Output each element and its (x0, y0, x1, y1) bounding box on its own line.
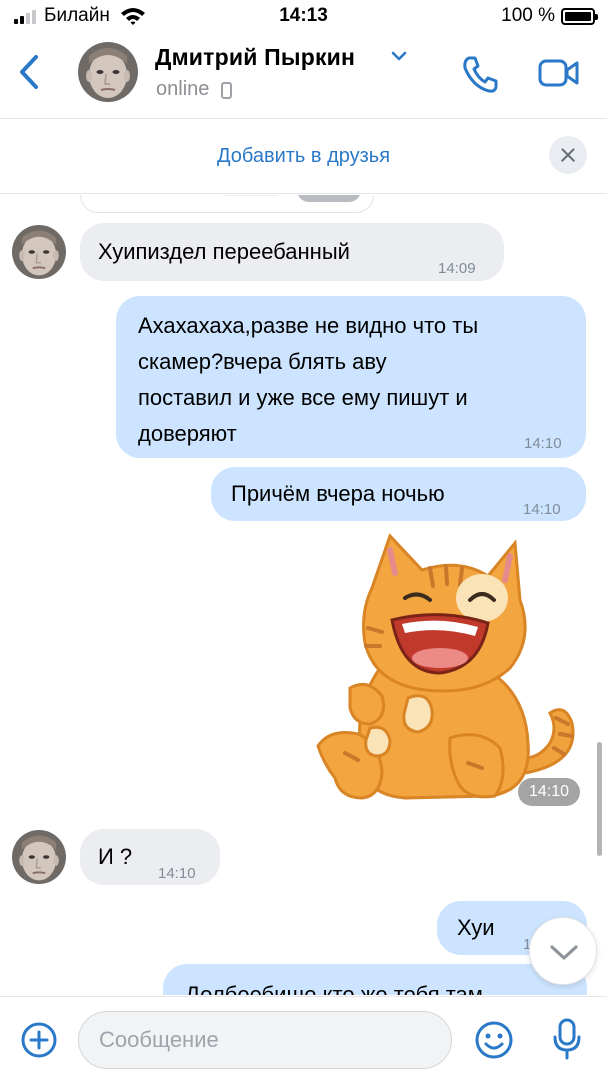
sender-avatar[interactable] (12, 225, 66, 279)
contact-name[interactable]: Дмитрий Пыркин (155, 44, 355, 71)
status-bar: Билайн 14:13 100 % (0, 0, 607, 34)
message-line: скамер?вчера блять аву (138, 349, 387, 374)
smiley-icon[interactable] (473, 1019, 515, 1061)
message-text: Долбоебище кто же тебя там (185, 982, 483, 995)
previous-time-pill (297, 195, 361, 202)
message-bubble[interactable]: Хуипиздел переебанный 14:09 (80, 223, 504, 281)
laughing-cat-sticker[interactable] (310, 528, 582, 808)
battery-percentage: 100 % (501, 5, 555, 26)
sender-avatar[interactable] (12, 830, 66, 884)
scrollbar[interactable] (597, 742, 602, 856)
previous-message-card (80, 195, 374, 213)
message-list[interactable]: Хуипиздел переебанный 14:09 Ахахахаха,ра… (0, 195, 607, 995)
close-icon[interactable] (549, 136, 587, 174)
message-line: поставил и уже все ему пишут и (138, 385, 468, 410)
sticker-time: 14:10 (518, 778, 580, 806)
phone-icon[interactable] (460, 54, 500, 94)
message-time: 14:09 (438, 260, 476, 277)
video-camera-icon[interactable] (538, 58, 580, 88)
message-text: Хуипиздел переебанный (98, 239, 350, 264)
previous-sticker (191, 195, 311, 196)
microphone-icon[interactable] (551, 1017, 583, 1061)
contact-online-status: online (156, 78, 210, 100)
message-bubble[interactable]: И ? 14:10 (80, 829, 220, 885)
chevron-down-icon (550, 945, 578, 960)
message-line: Ахахахаха,разве не видно что ты (138, 313, 479, 338)
message-line: доверяют (138, 421, 237, 446)
message-composer (0, 996, 607, 1080)
message-bubble[interactable]: Причём вчера ночью 14:10 (211, 467, 586, 521)
message-time: 14:10 (158, 865, 196, 882)
battery-icon (561, 8, 598, 25)
mobile-device-icon (221, 82, 232, 99)
message-bubble[interactable]: Ахахахаха,разве не видно что ты скамер?в… (116, 296, 586, 458)
message-bubble[interactable]: Долбоебище кто же тебя там (163, 964, 587, 995)
add-friend-bar: Добавить в друзья (0, 118, 607, 194)
plus-circle-icon[interactable] (20, 1021, 58, 1059)
chat-header: Дмитрий Пыркин online (0, 34, 607, 116)
scroll-down-button[interactable] (529, 917, 597, 985)
add-friend-button[interactable]: Добавить в друзья (0, 145, 607, 168)
chevron-left-icon[interactable] (14, 52, 46, 92)
message-time: 14:10 (523, 501, 561, 518)
message-time: 14:10 (524, 435, 562, 452)
message-text: Причём вчера ночью (231, 481, 445, 506)
contact-avatar[interactable] (78, 42, 138, 102)
message-input[interactable] (78, 1011, 452, 1069)
chevron-down-icon[interactable] (390, 50, 408, 62)
